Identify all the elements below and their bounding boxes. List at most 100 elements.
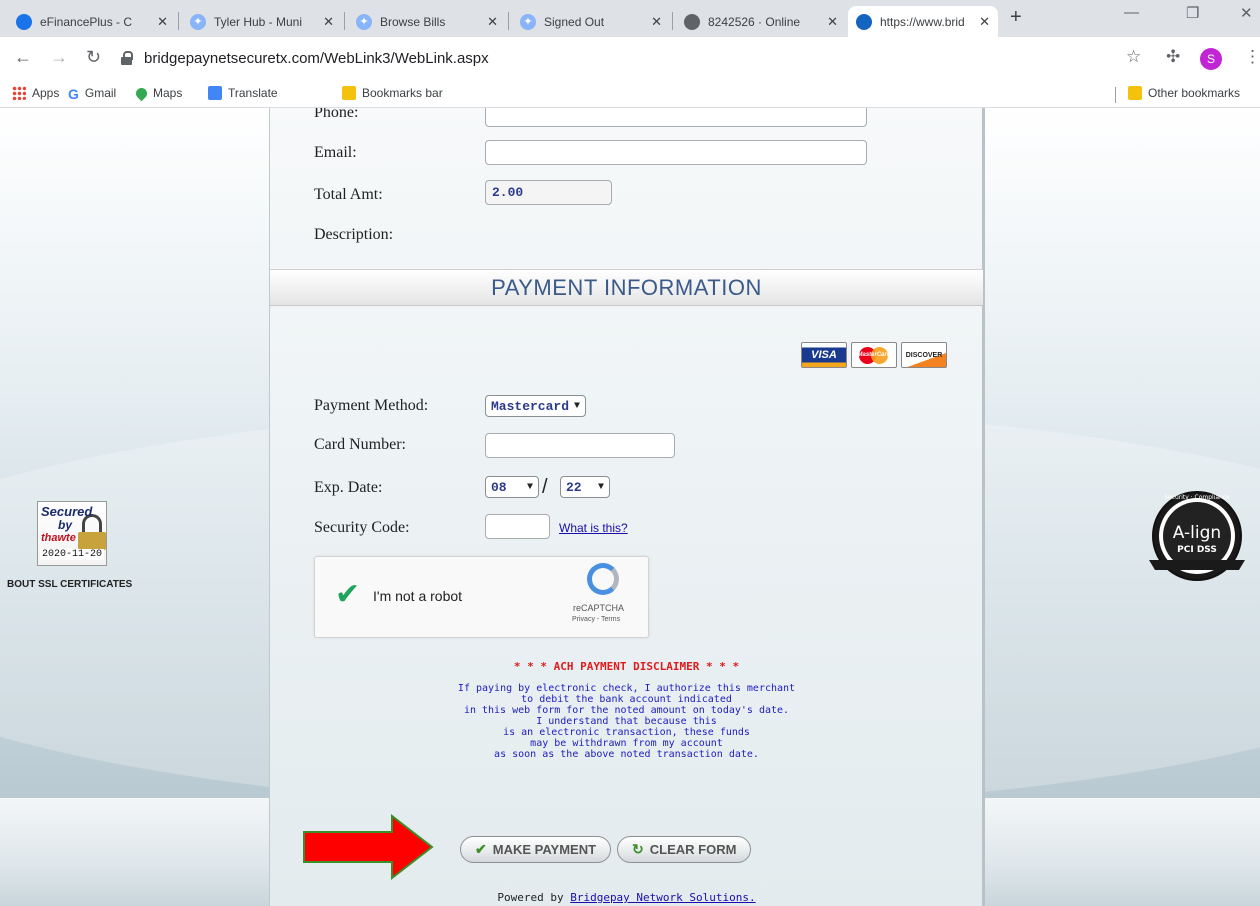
mastercard-icon: MasterCard [851, 342, 897, 368]
pci-dss-badge[interactable]: Security · Compliance A-lign PCI DSS [1147, 486, 1247, 586]
disclaimer-line: I understand that because this [536, 716, 717, 727]
chevron-down-icon: ▼ [526, 481, 533, 493]
new-tab-button[interactable]: + [1010, 6, 1022, 29]
lock-icon[interactable] [120, 51, 134, 66]
red-arrow-annotation [303, 814, 434, 881]
apps-grid-icon [12, 86, 26, 100]
tab-tyler-hub[interactable]: ✦ Tyler Hub - Muni ✕ [182, 6, 342, 37]
pci-top-text: Security · Compliance [1164, 494, 1230, 501]
recaptcha-terms-link[interactable]: Privacy - Terms [572, 616, 620, 623]
star-icon[interactable]: ☆ [1126, 47, 1141, 67]
exp-year-select[interactable]: 22 ▼ [560, 476, 610, 498]
tyler-icon: ✦ [190, 13, 206, 30]
minimize-icon[interactable]: — [1124, 4, 1139, 21]
pci-brand-text: A-lign [1173, 523, 1221, 543]
exp-date-label: Exp. Date: [314, 479, 383, 496]
card-number-input[interactable] [485, 433, 675, 458]
what-is-this-link[interactable]: What is this? [559, 521, 628, 535]
disclaimer-line: to debit the bank account indicated [521, 694, 732, 705]
restore-icon[interactable]: ❐ [1186, 4, 1199, 22]
chevron-down-icon: ▼ [573, 400, 580, 412]
bookmark-maps[interactable]: Maps [133, 85, 182, 101]
accepted-cards: VISA MasterCard DISCOVER [801, 342, 947, 368]
reload-icon[interactable]: ↻ [86, 47, 101, 68]
bookmark-translate[interactable]: Translate [208, 86, 278, 100]
recaptcha-widget[interactable]: ✔ I'm not a robot reCAPTCHA Privacy - Te… [314, 556, 649, 638]
about-ssl-link[interactable]: BOUT SSL CERTIFICATES [7, 579, 132, 590]
thawte-seal[interactable]: Secured by thawte 2020-11-20 [37, 501, 107, 566]
tyler-icon: ✦ [356, 13, 372, 30]
form-actions: ✔ MAKE PAYMENT ↻ CLEAR FORM [460, 836, 752, 863]
visa-icon: VISA [801, 342, 847, 368]
browser-toolbar: ← → ↻ bridgepaynetsecuretx.com/WebLink3/… [0, 37, 1260, 82]
tab-browse-bills[interactable]: ✦ Browse Bills ✕ [348, 6, 506, 37]
checkmark-icon: ✔ [475, 841, 487, 857]
folder-icon [1128, 86, 1142, 100]
close-icon[interactable]: ✕ [323, 14, 334, 30]
disclaimer-title: * * * ACH PAYMENT DISCLAIMER * * * [513, 660, 740, 673]
bookmark-apps[interactable]: Apps [12, 86, 59, 100]
clear-form-button[interactable]: ↻ CLEAR FORM [617, 836, 752, 863]
payment-panel: Phone: Email: Total Amt: 2.00 Descriptio… [269, 108, 985, 906]
refresh-icon: ↻ [632, 841, 644, 857]
payment-method-select[interactable]: Mastercard ▼ [485, 395, 586, 417]
tab-8242526-online[interactable]: 8242526 · Online ✕ [676, 6, 846, 37]
globe-icon [684, 13, 700, 30]
menu-icon[interactable]: ⋮ [1244, 47, 1260, 67]
make-payment-button[interactable]: ✔ MAKE PAYMENT [460, 836, 612, 863]
translate-icon [208, 86, 222, 100]
disclaimer-line: is an electronic transaction, these fund… [503, 727, 750, 738]
forward-icon[interactable]: → [50, 47, 68, 68]
extensions-icon[interactable]: ✣ [1166, 47, 1180, 67]
total-amount-field: 2.00 [485, 180, 612, 205]
tab-bridgepay-active[interactable]: https://www.brid ✕ [848, 6, 998, 37]
close-icon[interactable]: ✕ [827, 14, 838, 30]
bookmarks-bar: Apps G Gmail Maps Translate Bookmarks ba… [0, 82, 1260, 108]
tab-label: Browse Bills [380, 14, 446, 29]
security-code-input[interactable] [485, 514, 550, 539]
web-page: Secured by thawte 2020-11-20 BOUT SSL CE… [0, 108, 1260, 906]
bookmark-other[interactable]: Other bookmarks [1128, 86, 1240, 100]
close-icon[interactable]: ✕ [157, 14, 168, 30]
exp-date-separator: / [542, 476, 548, 498]
close-window-icon[interactable]: ✕ [1240, 4, 1253, 22]
recaptcha-label: I'm not a robot [373, 588, 463, 604]
tab-label: Tyler Hub - Muni [214, 14, 303, 29]
tab-strip: eFinancePlus - C ✕ ✦ Tyler Hub - Muni ✕ … [0, 0, 1260, 37]
bridgepay-link[interactable]: Bridgepay Network Solutions. [570, 891, 755, 904]
tab-label: https://www.brid [880, 14, 965, 29]
tab-efinanceplus[interactable]: eFinancePlus - C ✕ [8, 6, 176, 37]
bridgepay-icon [856, 13, 872, 30]
phone-label: Phone: [314, 108, 359, 121]
back-icon[interactable]: ← [14, 47, 32, 68]
globe-icon [16, 13, 32, 30]
phone-input[interactable] [485, 108, 867, 127]
recaptcha-logo-icon [587, 563, 619, 595]
close-icon[interactable]: ✕ [651, 14, 662, 30]
email-label: Email: [314, 144, 357, 161]
powered-by: Powered by Bridgepay Network Solutions. [497, 891, 756, 904]
address-bar[interactable]: bridgepaynetsecuretx.com/WebLink3/WebLin… [120, 43, 1110, 74]
disclaimer-line: If paying by electronic check, I authori… [457, 683, 796, 694]
card-number-label: Card Number: [314, 436, 406, 453]
exp-month-select[interactable]: 08 ▼ [485, 476, 539, 498]
disclaimer-line: in this web form for the noted amount on… [463, 705, 790, 716]
pci-label-text: PCI DSS [1177, 545, 1217, 555]
google-icon: G [68, 86, 79, 102]
tab-signed-out[interactable]: ✦ Signed Out ✕ [512, 6, 670, 37]
email-input[interactable] [485, 140, 867, 165]
security-code-label: Security Code: [314, 519, 410, 536]
close-icon[interactable]: ✕ [979, 14, 990, 30]
tab-label: Signed Out [544, 14, 605, 29]
tab-label: 8242526 · Online [708, 14, 801, 29]
avatar[interactable]: S [1200, 48, 1222, 70]
checkmark-icon[interactable]: ✔ [335, 577, 360, 612]
close-icon[interactable]: ✕ [487, 14, 498, 30]
chevron-down-icon: ▼ [597, 481, 604, 493]
total-amount-label: Total Amt: [314, 186, 383, 203]
bookmark-gmail[interactable]: G Gmail [68, 86, 116, 102]
tyler-icon: ✦ [520, 13, 536, 30]
url-text[interactable]: bridgepaynetsecuretx.com/WebLink3/WebLin… [144, 50, 489, 67]
seal-date: 2020-11-20 [40, 549, 104, 560]
bookmark-folder-bookmarks-bar[interactable]: Bookmarks bar [342, 86, 443, 100]
